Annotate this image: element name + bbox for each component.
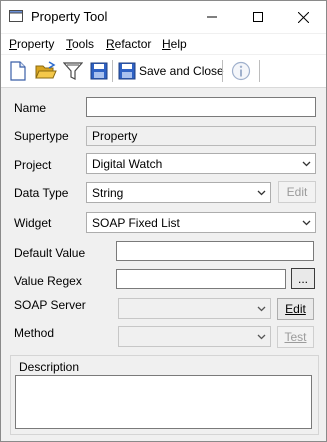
supertype-label: Supertype <box>14 129 69 143</box>
description-textarea[interactable] <box>15 375 312 429</box>
project-label: Project <box>14 158 52 172</box>
soap-server-edit-button[interactable]: Edit <box>277 298 314 320</box>
method-label: Method <box>14 326 55 340</box>
minimize-icon <box>207 16 217 18</box>
chevron-down-icon <box>302 220 311 226</box>
window-title: Property Tool <box>31 9 108 24</box>
value-regex-input[interactable] <box>116 269 286 289</box>
chevron-down-icon <box>257 306 266 312</box>
method-test-button[interactable]: Test <box>277 326 314 348</box>
widget-dropdown[interactable]: SOAP Fixed List <box>86 212 316 233</box>
maximize-icon <box>253 12 263 22</box>
info-icon <box>231 61 251 81</box>
chevron-down-icon <box>257 190 266 196</box>
open-folder-icon <box>35 61 57 79</box>
property-tool-window: Property Tool Property Tools Refactor He… <box>0 0 327 442</box>
data-type-label: Data Type <box>14 186 69 200</box>
description-group: Description <box>10 355 319 435</box>
save-and-close-icon <box>118 62 136 80</box>
filter-button[interactable] <box>63 61 83 81</box>
new-document-icon <box>10 61 26 81</box>
menu-tools[interactable]: Tools <box>66 37 94 51</box>
toolbar-separator <box>112 60 113 82</box>
description-label: Description <box>19 360 80 374</box>
toolbar-separator <box>259 60 260 82</box>
default-value-label: Default Value <box>14 246 86 260</box>
chevron-down-icon <box>302 161 311 167</box>
value-regex-browse-button[interactable]: ... <box>291 268 315 289</box>
title-bar: Property Tool <box>1 1 326 33</box>
value-regex-label: Value Regex <box>14 274 82 288</box>
save-and-close-button[interactable]: Save and Close <box>118 61 224 81</box>
soap-server-dropdown[interactable] <box>118 298 271 319</box>
open-button[interactable] <box>35 61 57 81</box>
save-and-close-label: Save and Close <box>139 64 224 78</box>
data-type-value: String <box>92 186 124 200</box>
close-icon <box>297 11 309 23</box>
data-type-dropdown[interactable]: String <box>86 182 271 203</box>
method-dropdown[interactable] <box>118 326 271 347</box>
widget-value: SOAP Fixed List <box>92 216 180 230</box>
soap-server-label: SOAP Server <box>14 298 86 312</box>
chevron-down-icon <box>257 334 266 340</box>
menu-property[interactable]: Property <box>9 37 54 51</box>
menu-refactor[interactable]: Refactor <box>106 37 151 51</box>
data-type-edit-button[interactable]: Edit <box>278 181 316 203</box>
close-button[interactable] <box>280 1 326 33</box>
toolbar: Save and Close <box>1 55 326 88</box>
name-label: Name <box>14 101 47 115</box>
menu-help[interactable]: Help <box>162 37 187 51</box>
save-icon <box>90 62 108 80</box>
default-value-input[interactable] <box>116 241 314 261</box>
name-input[interactable] <box>86 97 316 117</box>
menu-bar: Property Tools Refactor Help <box>1 34 326 54</box>
filter-icon <box>63 62 83 80</box>
supertype-field: Property <box>86 126 316 146</box>
toolbar-separator <box>222 60 223 82</box>
info-button[interactable] <box>231 61 251 81</box>
save-button[interactable] <box>90 61 108 81</box>
project-value: Digital Watch <box>92 157 163 171</box>
new-button[interactable] <box>9 61 27 81</box>
widget-label: Widget <box>14 216 52 230</box>
app-window-icon <box>9 10 23 22</box>
project-dropdown[interactable]: Digital Watch <box>86 153 316 174</box>
minimize-button[interactable] <box>189 1 235 33</box>
maximize-button[interactable] <box>235 1 281 33</box>
